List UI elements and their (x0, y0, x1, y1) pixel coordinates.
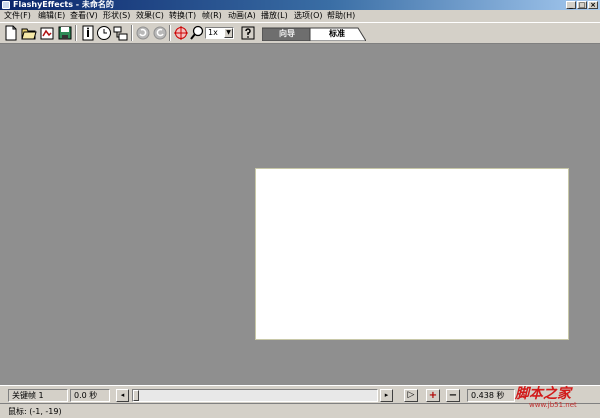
help-icon[interactable] (240, 25, 256, 41)
scroll-right-button[interactable]: ▸ (380, 389, 393, 402)
menu-help[interactable]: 帮助(H) (327, 11, 355, 21)
menu-frame[interactable]: 帧(R) (202, 11, 222, 21)
tab-wizard[interactable]: 向导 (262, 27, 312, 41)
zoom-icon[interactable] (189, 25, 205, 41)
redo-icon[interactable] (152, 25, 168, 41)
timeline-slider-thumb[interactable] (133, 390, 139, 401)
info-icon[interactable] (80, 25, 96, 41)
keyframe-field: 关键帧 1 (8, 389, 68, 402)
move-crosshair-icon[interactable] (173, 25, 189, 41)
scroll-left-button[interactable]: ◂ (116, 389, 129, 402)
close-button[interactable]: × (588, 1, 598, 9)
menu-play[interactable]: 播放(L) (261, 11, 288, 21)
toolbar: 1x ▼ 向导 标准 (0, 22, 600, 44)
time-field: 0.0 秒 (70, 389, 110, 402)
zoom-value: 1x (208, 28, 218, 37)
remove-keyframe-button[interactable]: − (446, 389, 460, 402)
menu-options[interactable]: 选项(O) (294, 11, 323, 21)
duration-field: 0.438 秒 (467, 389, 515, 402)
menu-transform[interactable]: 转换(T) (169, 11, 196, 21)
menu-view[interactable]: 查看(V) (70, 11, 98, 21)
mouse-position-text: 鼠标: (-1, -19) (8, 407, 62, 416)
maximize-button[interactable]: □ (577, 1, 587, 9)
toolbar-separator (169, 25, 171, 41)
minimize-button[interactable]: _ (566, 1, 576, 9)
timeline-slider[interactable] (132, 389, 378, 402)
open-file-icon[interactable] (21, 25, 37, 41)
toolbar-separator (131, 25, 133, 41)
app-icon (2, 1, 10, 9)
menu-file[interactable]: 文件(F) (4, 11, 31, 21)
window-title: FlashyEffects - 未命名的 (13, 0, 114, 9)
undo-icon[interactable] (135, 25, 151, 41)
menu-animation[interactable]: 动画(A) (228, 11, 256, 21)
new-file-icon[interactable] (3, 25, 19, 41)
menu-effect[interactable]: 效果(C) (136, 11, 164, 21)
title-bar: FlashyEffects - 未命名的 _ □ × (0, 0, 600, 10)
menu-edit[interactable]: 编辑(E) (38, 11, 65, 21)
save-file-icon[interactable] (57, 25, 73, 41)
stage-canvas[interactable] (255, 168, 569, 340)
open-template-icon[interactable] (39, 25, 55, 41)
mode-tabs: 向导 标准 (262, 27, 366, 41)
status-bar: 鼠标: (-1, -19) (0, 403, 600, 418)
timeline-bar: 关键帧 1 0.0 秒 ◂ ▸ ▷ + − 0.438 秒 (0, 385, 600, 403)
menu-bar: 文件(F) 编辑(E) 查看(V) 形状(S) 效果(C) 转换(T) 帧(R)… (0, 10, 600, 22)
tab-standard[interactable]: 标准 (312, 27, 362, 41)
play-button[interactable]: ▷ (404, 389, 418, 402)
timing-clock-icon[interactable] (96, 25, 112, 41)
add-keyframe-button[interactable]: + (426, 389, 440, 402)
layers-icon[interactable] (113, 25, 129, 41)
workspace (0, 44, 600, 385)
toolbar-separator (75, 25, 77, 41)
zoom-select[interactable]: 1x ▼ (205, 27, 234, 39)
menu-shape[interactable]: 形状(S) (103, 11, 130, 21)
chevron-down-icon[interactable]: ▼ (224, 28, 233, 38)
